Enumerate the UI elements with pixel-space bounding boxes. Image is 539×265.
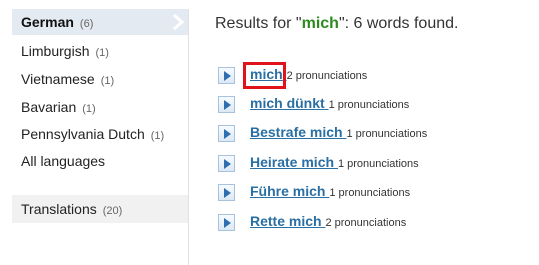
word-text[interactable]: Rette mich — [250, 213, 322, 229]
play-icon[interactable] — [218, 155, 235, 172]
results-prefix: Results for " — [215, 15, 302, 32]
pronunciation-count: 1 pronunciations — [329, 187, 411, 199]
language-name: Bavarian — [21, 99, 77, 115]
forvo-search-page: German (6) Limburgish (1) Vietnamese (1) Ba… — [0, 0, 539, 265]
language-name: Vietnamese — [21, 71, 95, 87]
sidebar-item-bavarian[interactable]: Bavarian (1) — [12, 94, 188, 120]
language-count: (1) — [82, 103, 96, 115]
translations-label: Translations — [21, 201, 97, 217]
pronunciation-count: 2 pronunciations — [325, 217, 407, 229]
search-term: mich — [301, 15, 339, 32]
language-count: (6) — [79, 18, 94, 30]
word-link: Führe mich 1 pronunciations — [250, 183, 410, 199]
language-sidebar: German (6) Limburgish (1) Vietnamese (1) Ba… — [12, 9, 189, 265]
language-name: Limburgish — [21, 43, 90, 59]
word-text[interactable]: Bestrafe mich — [250, 124, 343, 140]
sidebar-item-german[interactable]: German (6) — [12, 9, 188, 35]
sidebar-item-pennsylvania-dutch[interactable]: Pennsylvania Dutch (1) — [12, 121, 188, 147]
pronunciation-count: 1 pronunciations — [328, 99, 410, 111]
chevron-right-icon — [173, 13, 185, 31]
word-link: Rette mich 2 pronunciations — [250, 213, 406, 229]
highlight-box — [243, 62, 286, 89]
language-name: All languages — [21, 153, 106, 169]
language-count: (1) — [100, 75, 115, 87]
word-text[interactable]: Führe mich — [250, 183, 325, 199]
word-text[interactable]: Heirate mich — [250, 154, 334, 170]
play-icon[interactable] — [218, 67, 235, 84]
language-name: Pennsylvania Dutch — [21, 126, 145, 142]
language-count: (1) — [95, 47, 109, 59]
results-suffix: ": 6 words found. — [338, 15, 459, 32]
pronunciation-count: 2 pronunciations — [286, 70, 368, 82]
translations-count: (20) — [102, 205, 123, 217]
pronunciation-count: 1 pronunciations — [346, 128, 428, 140]
play-icon[interactable] — [218, 125, 235, 142]
sidebar-item-translations[interactable]: Translations (20) — [12, 195, 188, 223]
language-name: German — [21, 14, 74, 30]
play-icon[interactable] — [218, 96, 235, 113]
word-link: Heirate mich 1 pronunciations — [250, 154, 419, 170]
language-count: (1) — [150, 130, 165, 142]
play-icon[interactable] — [218, 214, 235, 231]
word-text[interactable]: mich dünkt — [250, 95, 325, 111]
sidebar-item-all-languages[interactable]: All languages — [12, 148, 188, 174]
results-heading: Results for "mich": 6 words found. — [215, 15, 458, 33]
word-link: mich dünkt 1 pronunciations — [250, 95, 409, 111]
play-icon[interactable] — [218, 184, 235, 201]
pronunciation-count: 1 pronunciations — [337, 158, 419, 170]
word-link: Bestrafe mich 1 pronunciations — [250, 124, 427, 140]
sidebar-item-vietnamese[interactable]: Vietnamese (1) — [12, 66, 188, 92]
sidebar-item-limburgish[interactable]: Limburgish (1) — [12, 38, 188, 64]
